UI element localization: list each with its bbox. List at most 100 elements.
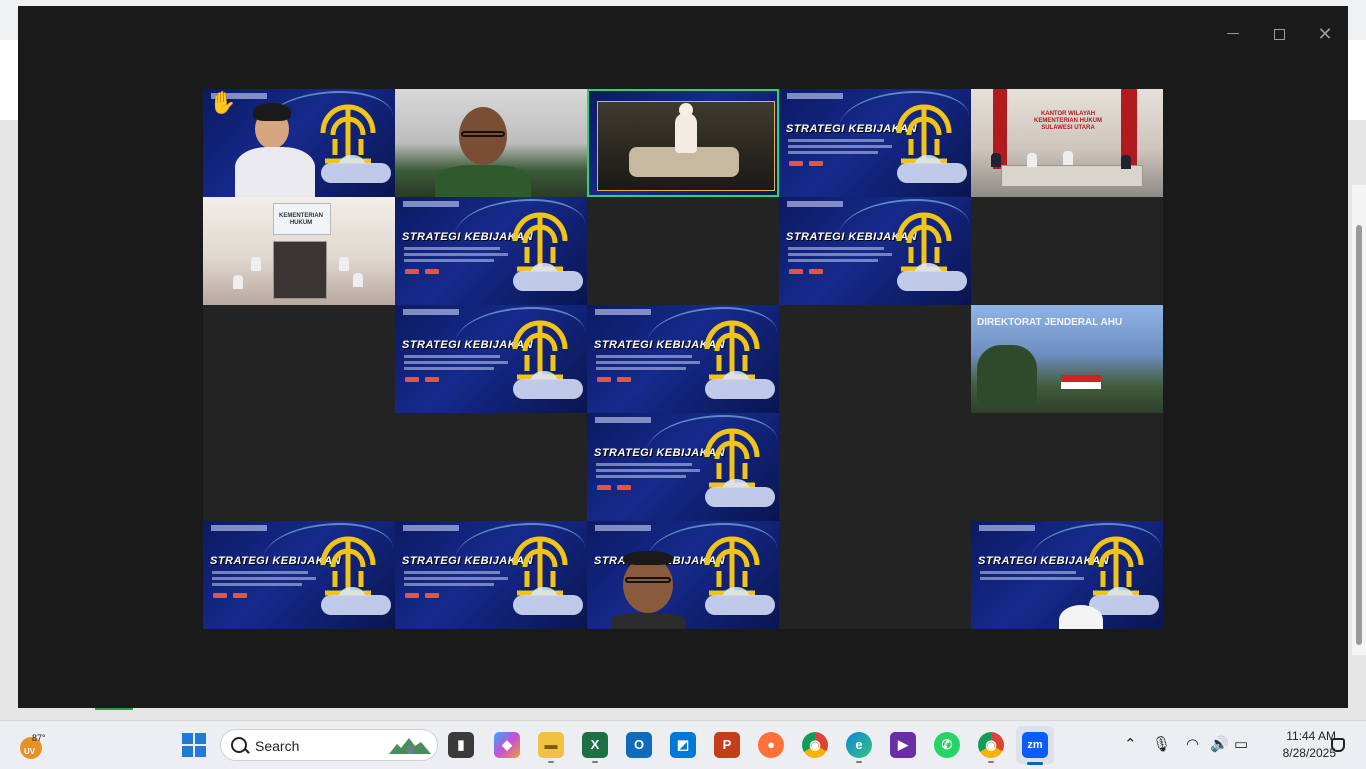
- slide-text-line: [596, 475, 686, 478]
- chrome-icon: ◉: [985, 737, 997, 752]
- visual-studio-button[interactable]: ▶: [890, 732, 916, 758]
- participant-tile-video[interactable]: DIREKTORAT JENDERAL AHU: [971, 305, 1163, 413]
- participant-hair: [253, 103, 291, 121]
- participant-tile-shared-screen[interactable]: STRATEGI KEBIJAKAN: [395, 521, 587, 629]
- edge-button[interactable]: e: [846, 732, 872, 758]
- slide-text-line: [596, 367, 686, 370]
- participant-tile-shared-screen[interactable]: STRATEGI KEBIJAKAN: [395, 197, 587, 305]
- folder-icon: ▬: [544, 737, 558, 752]
- slide-logo: [405, 593, 419, 598]
- outlook-button[interactable]: O: [626, 732, 652, 758]
- slide-logo: [617, 485, 631, 490]
- powerpoint-button[interactable]: P: [714, 732, 740, 758]
- close-icon: ✕: [1317, 24, 1333, 44]
- window-titlebar[interactable]: ✕: [18, 6, 1348, 62]
- indonesian-flag: [1061, 375, 1101, 389]
- maximize-button[interactable]: [1264, 22, 1294, 46]
- participant-tile-video[interactable]: KEMENTERIAN HUKUM: [203, 197, 395, 305]
- participant-hijab: [1059, 605, 1103, 629]
- volume-icon[interactable]: 🔊: [1210, 735, 1229, 753]
- slide-text-line: [404, 577, 508, 580]
- chrome-profile-button[interactable]: ◉: [978, 732, 1004, 758]
- participant-tile-empty: [971, 413, 1163, 521]
- slide-text-line: [788, 145, 892, 148]
- participant-tile-shared-screen[interactable]: STRATEGI KEBIJAKAN: [587, 305, 779, 413]
- file-explorer-button[interactable]: ▬: [538, 732, 564, 758]
- participant-tile-shared-screen[interactable]: STRATEGI KEBIJAKAN: [779, 89, 971, 197]
- firefox-icon: ●: [767, 737, 775, 752]
- room-sign: KEMENTERIAN HUKUM: [278, 213, 323, 226]
- windows-logo-icon: [195, 733, 206, 744]
- minimize-button[interactable]: [1218, 22, 1248, 46]
- copilot-button[interactable]: ◆: [494, 732, 520, 758]
- close-button[interactable]: ✕: [1310, 22, 1340, 46]
- participant-tile-shared-screen[interactable]: STRATEGI KEBIJAKAN: [395, 305, 587, 413]
- azure-data-studio-button[interactable]: ◩: [670, 732, 696, 758]
- participant-tile-empty: [971, 197, 1163, 305]
- battery-icon[interactable]: ▭: [1234, 735, 1248, 753]
- chrome-button[interactable]: ◉: [802, 732, 828, 758]
- clock-date[interactable]: 8/28/2025: [1260, 746, 1336, 760]
- windows-logo-icon: [182, 733, 193, 744]
- taskbar-search[interactable]: Search: [220, 729, 438, 761]
- participant-tile-shared-screen[interactable]: STRATEGI KEBIJAKAN: [587, 521, 779, 629]
- scrollbar-thumb[interactable]: [1356, 225, 1362, 645]
- background-scrollbar[interactable]: [1352, 185, 1366, 655]
- weather-uv: UV: [24, 747, 36, 756]
- slide-text-line: [596, 355, 692, 358]
- participant-tile-shared-screen[interactable]: STRATEGI KEBIJAKAN: [779, 197, 971, 305]
- speaker-head: [679, 103, 693, 117]
- decorative-cloud: [705, 371, 775, 399]
- decorative-cloud: [321, 587, 391, 615]
- slide-logo: [809, 161, 823, 166]
- participant-tile-video[interactable]: KANTOR WILAYAH KEMENTERIAN HUKUM SULAWES…: [971, 89, 1163, 197]
- zoom-button[interactable]: zm: [1022, 732, 1048, 758]
- excel-button[interactable]: X: [582, 732, 608, 758]
- slide-text-line: [212, 577, 316, 580]
- search-icon: [231, 737, 247, 753]
- participant-tile-video[interactable]: [395, 89, 587, 197]
- decorative-cloud: [897, 263, 967, 291]
- firefox-button[interactable]: ●: [758, 732, 784, 758]
- search-highlight-icon: [389, 738, 431, 754]
- start-button[interactable]: [182, 733, 206, 757]
- clock-time[interactable]: 11:44 AM: [1260, 729, 1336, 743]
- participant-tile-shared-screen[interactable]: STRATEGI KEBIJAKAN: [587, 413, 779, 521]
- brand-logo: [979, 525, 1035, 531]
- participant-body: [435, 165, 531, 197]
- task-view-button[interactable]: ▮: [448, 732, 474, 758]
- participant-tile-shared-screen[interactable]: ✋: [203, 89, 395, 197]
- slide-text-line: [212, 571, 308, 574]
- edge-icon: e: [855, 737, 863, 752]
- active-app-indicator: [1027, 762, 1043, 765]
- show-hidden-icons-chevron-up-icon[interactable]: ⌃: [1124, 735, 1137, 753]
- maximize-icon: [1273, 29, 1285, 40]
- slide-text-line: [404, 367, 494, 370]
- attendee: [991, 153, 1001, 167]
- wifi-icon[interactable]: ◠: [1186, 735, 1199, 753]
- participant-tile-empty: [203, 305, 395, 413]
- participant-tile-shared-screen[interactable]: STRATEGI KEBIJAKAN: [203, 521, 395, 629]
- brand-logo: [211, 525, 267, 531]
- brand-logo: [787, 201, 843, 207]
- weather-widget[interactable]: UV 87°: [18, 733, 46, 759]
- slide-logo: [405, 269, 419, 274]
- decorative-cloud: [705, 587, 775, 615]
- azure-icon: ◩: [676, 737, 690, 752]
- participant-tile-empty: [779, 413, 971, 521]
- task-view-icon: ▮: [457, 737, 465, 752]
- conference-table: [273, 241, 327, 299]
- notification-bell-icon[interactable]: [1331, 738, 1345, 752]
- participant-tile-active-speaker[interactable]: [587, 89, 779, 197]
- microphone-icon[interactable]: 🎙: [1152, 735, 1171, 753]
- brand-logo: [403, 201, 459, 207]
- app-running-indicator: [548, 761, 554, 763]
- participant-tile-shared-screen[interactable]: STRATEGI KEBIJAKAN: [971, 521, 1163, 629]
- slide-text-line: [788, 253, 892, 256]
- participant-body: [235, 147, 315, 197]
- slide-text-line: [404, 361, 508, 364]
- whatsapp-button[interactable]: ✆: [934, 732, 960, 758]
- slide-text-line: [788, 151, 878, 154]
- participant-body: [611, 613, 685, 629]
- slide-text-line: [596, 463, 692, 466]
